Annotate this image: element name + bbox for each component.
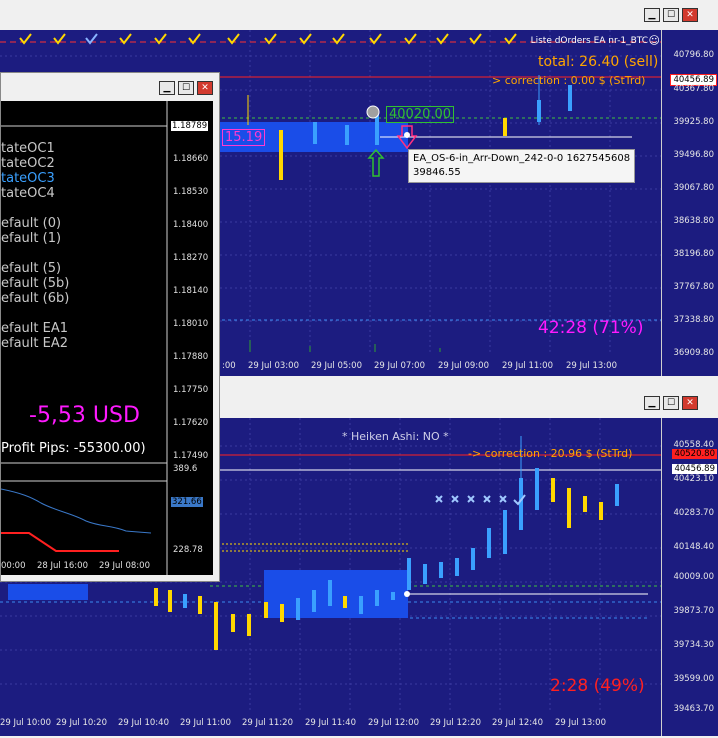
maximize-icon[interactable]: ☐ (178, 81, 194, 95)
panel-label: tateOC2 (1, 156, 55, 171)
maximize-icon[interactable]: ☐ (663, 396, 679, 410)
y-tick: 39463.70 (673, 704, 714, 714)
panel-label: tateOC1 (1, 141, 55, 156)
profit-label: Profit Pips: -55300.00) (1, 441, 146, 456)
x-tick: 00:00 (1, 561, 26, 571)
top-window-buttons: ▁ ☐ ✕ (644, 8, 698, 22)
price-red-box: 40520.80 (672, 449, 717, 459)
usd-label: -5,53 USD (29, 403, 140, 428)
y-tick: 1.18400 (173, 220, 209, 230)
panel-label: efault EA2 (1, 336, 68, 351)
x-tick: 29 Jul 10:20 (56, 718, 107, 728)
bottom-price-axis: 40558.40 40520.80 40423.10 40456.89 4028… (661, 418, 718, 736)
x-tick: 29 Jul 07:00 (374, 361, 425, 371)
panel-label: efault (5b) (1, 276, 70, 291)
x-tick: 29 Jul 11:00 (502, 361, 553, 371)
bottom-correction-label: -> correction : 20.96 $ (StTrd) (468, 447, 633, 460)
y-tick: 39067.80 (673, 183, 714, 193)
total-label: total: 26.40 (sell) (538, 54, 659, 70)
x-tick: 29 Jul 05:00 (311, 361, 362, 371)
close-icon[interactable]: ✕ (682, 8, 698, 22)
x-tick: :00 (222, 361, 236, 371)
x-tick: 29 Jul 12:20 (430, 718, 481, 728)
panel-label: efault (5) (1, 261, 62, 276)
order-tooltip: EA_OS-6-in_Arr-Down_242-0-0 1627545608 3… (408, 149, 636, 183)
smile-icon: ☺ (648, 34, 660, 47)
y-tick: 40283.70 (673, 508, 714, 518)
minimize-icon[interactable]: ▁ (644, 396, 660, 410)
maximize-icon[interactable]: ☐ (663, 8, 679, 22)
floating-window[interactable]: ▁ ☐ ✕ tateOC1 tateOC2 tateOC3 tateOC4 ef… (0, 72, 220, 582)
sub-tick: 389.6 (173, 464, 198, 474)
x-tick: 29 Jul 09:00 (438, 361, 489, 371)
x-tick: 29 Jul 12:40 (492, 718, 543, 728)
y-tick: 39599.00 (673, 674, 714, 684)
x-tick: 29 Jul 08:00 (99, 561, 150, 571)
x-tick: 28 Jul 16:00 (37, 561, 88, 571)
x-tick: 29 Jul 11:40 (305, 718, 356, 728)
bottom-window-buttons: ▁ ☐ ✕ (644, 396, 698, 410)
x-tick: 29 Jul 13:00 (566, 361, 617, 371)
x-tick: 29 Jul 11:00 (180, 718, 231, 728)
price-white-box: 40456.89 (672, 464, 717, 474)
left-value-box: 15.19 (222, 129, 266, 146)
heiken-label: * Heiken Ashi: NO * (342, 430, 449, 443)
y-tick: 1.18530 (173, 187, 209, 197)
y-tick: 39734.30 (673, 640, 714, 650)
tooltip-line1: EA_OS-6-in_Arr-Down_242-0-0 1627545608 (413, 153, 631, 164)
panel-label: tateOC3 (1, 171, 55, 186)
x-tick: 29 Jul 10:00 (0, 718, 51, 728)
x-tick: 29 Jul 10:40 (118, 718, 169, 728)
y-tick: 1.17490 (173, 451, 209, 461)
close-icon[interactable]: ✕ (682, 396, 698, 410)
y-tick: 1.18270 (173, 253, 209, 263)
close-icon[interactable]: ✕ (197, 81, 213, 95)
y-tick: 40796.80 (673, 50, 714, 60)
y-tick: 1.18660 (173, 154, 209, 164)
x-tick: 29 Jul 03:00 (248, 361, 299, 371)
y-tick: 40367.80 (673, 84, 714, 94)
y-tick: 1.18140 (173, 286, 209, 296)
float-chart-panel: tateOC1 tateOC2 tateOC3 tateOC4 efault (… (1, 101, 213, 575)
minimize-icon[interactable]: ▁ (644, 8, 660, 22)
y-tick: 1.18789 (171, 121, 209, 131)
y-tick: 40148.40 (673, 542, 714, 552)
panel-label: efault EA1 (1, 321, 68, 336)
sub-tick: 321.66 (171, 497, 203, 507)
y-tick: 1.17620 (173, 418, 209, 428)
y-tick: 40009.00 (673, 572, 714, 582)
y-tick: 38638.80 (673, 216, 714, 226)
panel-label: efault (0) (1, 216, 62, 231)
y-tick: 36909.80 (673, 348, 714, 358)
pct-label: 42:28 (71%) (538, 318, 644, 338)
y-tick: 39873.70 (673, 606, 714, 616)
x-tick: 29 Jul 13:00 (555, 718, 606, 728)
y-tick: 40423.10 (673, 474, 714, 484)
correction-label: > correction : 0.00 $ (StTrd) (492, 74, 646, 87)
top-header: Liste dOrders EA nr-1_BTC (530, 36, 648, 46)
panel-label: efault (1) (1, 231, 62, 246)
y-tick: 38196.80 (673, 249, 714, 259)
panel-label: tateOC4 (1, 186, 55, 201)
y-tick: 1.17880 (173, 352, 209, 362)
bottom-pct-label: 2:28 (49%) (550, 676, 645, 696)
x-tick: 29 Jul 12:00 (368, 718, 419, 728)
x-tick: 29 Jul 11:20 (242, 718, 293, 728)
sub-tick: 228.78 (173, 545, 203, 555)
y-tick: 1.18010 (173, 319, 209, 329)
minimize-icon[interactable]: ▁ (159, 81, 175, 95)
y-tick: 39925.80 (673, 117, 714, 127)
tooltip-line2: 39846.55 (413, 167, 461, 178)
y-tick: 39496.80 (673, 150, 714, 160)
y-tick: 1.17750 (173, 385, 209, 395)
top-price-axis: 40796.80 40456.89 40367.80 39925.80 3949… (661, 30, 718, 376)
y-tick: 37767.80 (673, 282, 714, 292)
price-highlight-box: 40020.00 (386, 106, 455, 123)
y-tick: 37338.80 (673, 315, 714, 325)
float-window-buttons: ▁ ☐ ✕ (159, 81, 213, 95)
panel-label: efault (6b) (1, 291, 70, 306)
